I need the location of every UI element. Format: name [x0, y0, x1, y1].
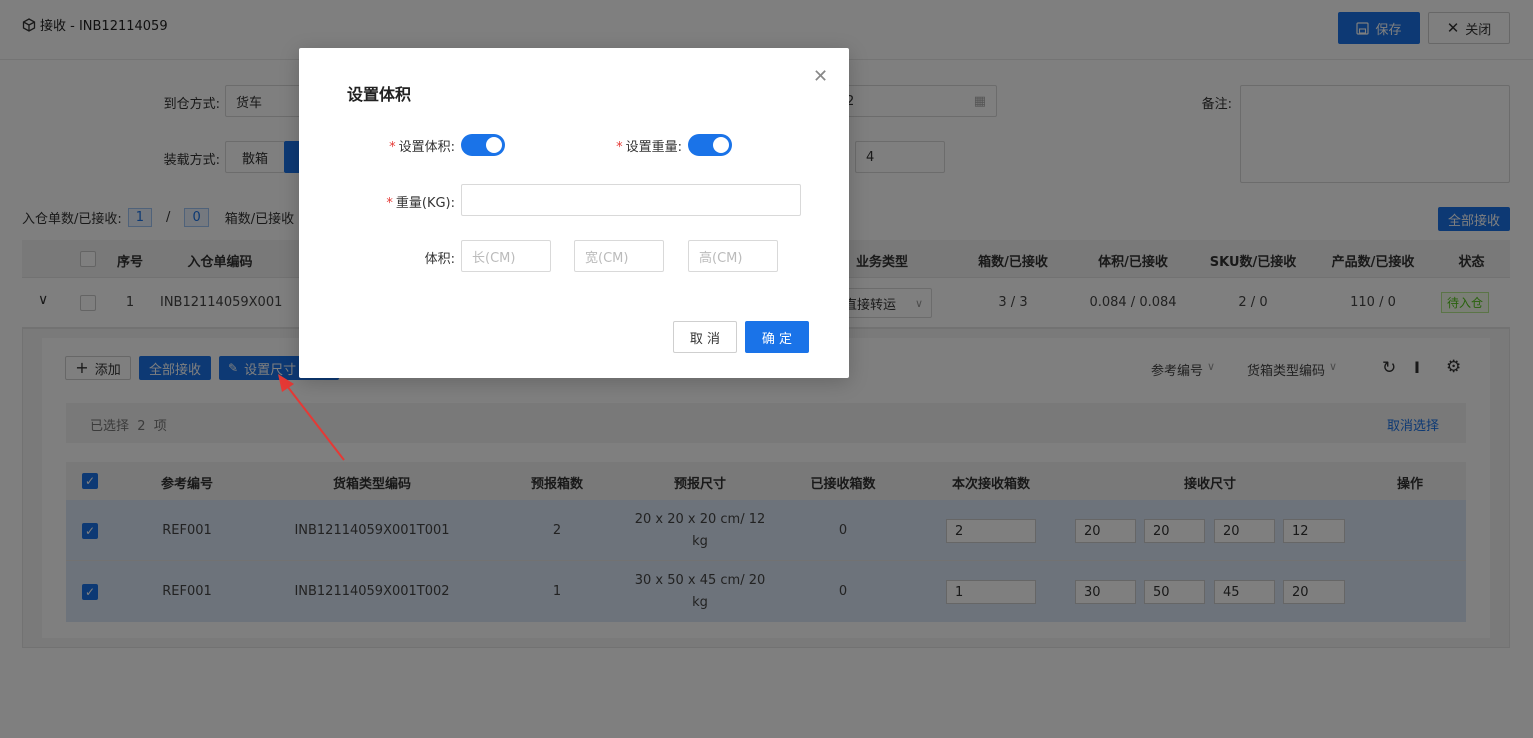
set-volume-toggle[interactable]	[461, 134, 505, 156]
weight-input[interactable]	[461, 184, 801, 216]
width-input[interactable]: 宽(CM)	[574, 240, 664, 272]
set-volume-label: 设置体积:	[398, 140, 455, 155]
height-input[interactable]: 高(CM)	[688, 240, 778, 272]
modal-cancel-button[interactable]: 取 消	[673, 321, 737, 353]
set-weight-toggle[interactable]	[688, 134, 732, 156]
width-placeholder: 宽(CM)	[585, 250, 629, 266]
modal-close-icon[interactable]: ✕	[813, 66, 828, 87]
set-volume-field-label: * 设置体积:	[359, 136, 455, 155]
modal-title: 设置体积	[347, 85, 412, 104]
weight-label: 重量(KG):	[395, 196, 455, 211]
required-mark: *	[616, 140, 623, 155]
annotation-arrow-icon	[278, 374, 345, 461]
volume-label: 体积:	[424, 252, 455, 267]
required-mark: *	[386, 196, 393, 211]
set-weight-label: 设置重量:	[625, 140, 682, 155]
set-volume-modal: 设置体积 ✕ * 设置体积: * 设置重量: * 重量(KG): 体积: 长(CM) …	[299, 48, 849, 378]
length-input[interactable]: 长(CM)	[461, 240, 551, 272]
length-placeholder: 长(CM)	[472, 250, 516, 266]
required-mark: *	[389, 140, 396, 155]
height-placeholder: 高(CM)	[699, 250, 743, 266]
weight-field-label: * 重量(KG):	[359, 192, 455, 211]
modal-confirm-button[interactable]: 确 定	[745, 321, 809, 353]
set-weight-field-label: * 设置重量:	[589, 136, 682, 155]
